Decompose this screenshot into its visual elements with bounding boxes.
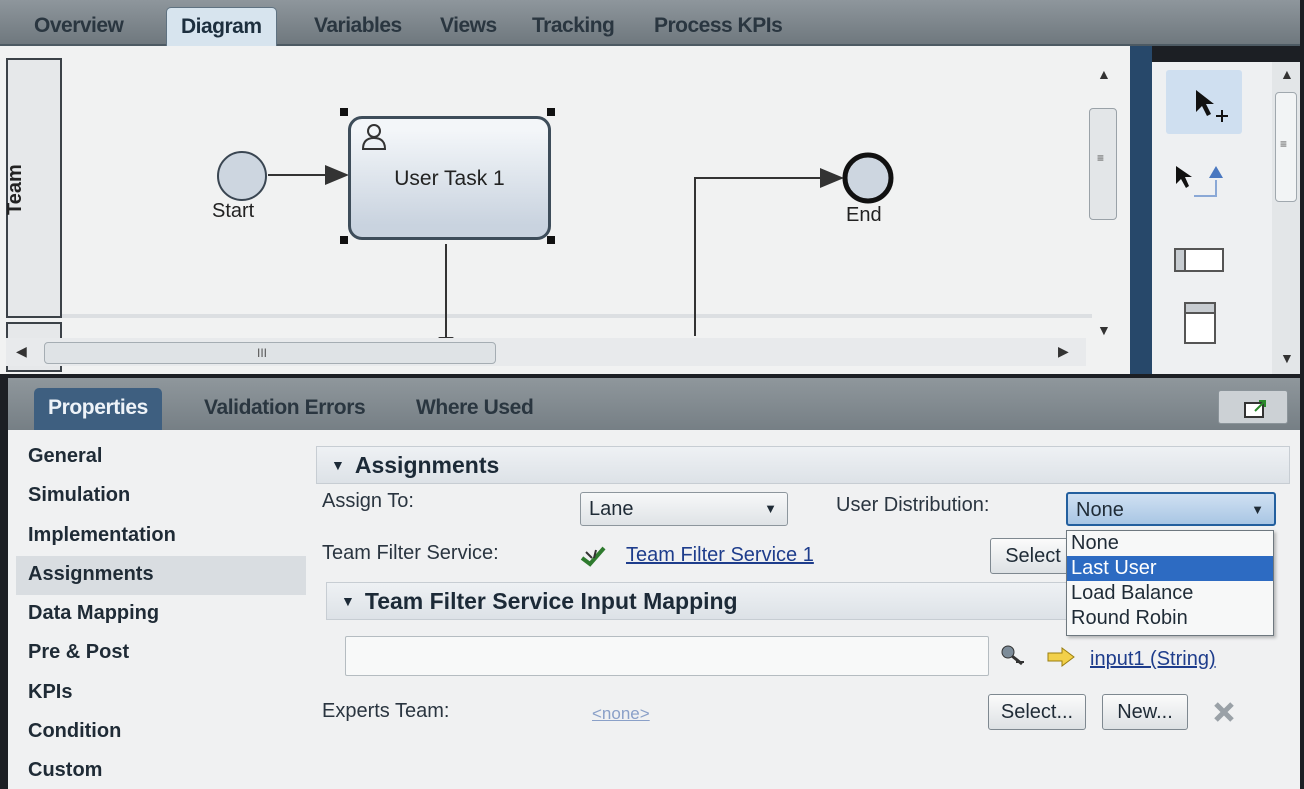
experts-team-label: Experts Team: xyxy=(322,700,450,722)
nav-pre-post[interactable]: Pre & Post xyxy=(16,634,306,673)
tab-validation-errors[interactable]: Validation Errors xyxy=(204,396,366,420)
scroll-down-icon[interactable]: ▼ xyxy=(1097,322,1111,338)
option-round-robin[interactable]: Round Robin xyxy=(1067,606,1273,631)
grip-icon: III xyxy=(257,346,268,360)
flow-connectors xyxy=(217,151,894,343)
input-mapping-field[interactable] xyxy=(345,636,989,676)
assign-to-select[interactable]: Lane ▼ xyxy=(580,492,788,526)
service-icon xyxy=(580,546,606,567)
palette-divider xyxy=(1130,46,1152,374)
assignments-title: Assignments xyxy=(354,452,500,478)
scroll-up-icon[interactable]: ▲ xyxy=(1097,66,1111,82)
properties-tab-bar: Properties Validation Errors Where Used xyxy=(8,378,1300,430)
nav-kpis[interactable]: KPIs xyxy=(16,674,306,713)
tab-views[interactable]: Views xyxy=(440,9,497,45)
user-icon xyxy=(361,124,387,150)
pointer-connect-icon xyxy=(1176,166,1223,197)
vertical-scroll-thumb[interactable]: ≡ xyxy=(1089,108,1117,220)
nav-custom[interactable]: Custom xyxy=(16,752,306,789)
selection-handle[interactable] xyxy=(547,108,555,116)
team-filter-service-link[interactable]: Team Filter Service 1 xyxy=(626,544,814,567)
selection-handle[interactable] xyxy=(547,236,555,244)
team-filter-select-button[interactable]: Select xyxy=(990,538,1076,574)
nav-condition[interactable]: Condition xyxy=(16,713,306,752)
tab-process-kpis[interactable]: Process KPIs xyxy=(654,9,783,45)
start-event-label: Start xyxy=(212,200,255,222)
input-mapping-title: Team Filter Service Input Mapping xyxy=(364,588,738,614)
palette-scroll-thumb[interactable]: ≡ xyxy=(1275,92,1297,202)
scroll-up-icon[interactable]: ▲ xyxy=(1280,66,1294,82)
nav-general[interactable]: General xyxy=(16,438,306,477)
select-tool[interactable] xyxy=(1166,70,1242,134)
lane-horizontal-icon xyxy=(1174,248,1224,272)
option-load-balance[interactable]: Load Balance xyxy=(1067,581,1273,606)
palette-scrollbar[interactable]: ▲ ≡ ▼ xyxy=(1272,62,1300,374)
pointer-move-icon xyxy=(1196,90,1228,122)
scroll-down-icon[interactable]: ▼ xyxy=(1280,350,1294,366)
tab-diagram[interactable]: Diagram xyxy=(166,7,277,47)
lane-horizontal-tool[interactable] xyxy=(1174,248,1226,274)
canvas-vertical-scrollbar[interactable]: ▲ ≡ ▼ xyxy=(1087,64,1119,346)
tab-overview[interactable]: Overview xyxy=(34,9,124,45)
tab-variables[interactable]: Variables xyxy=(314,9,402,45)
lane-vertical-icon xyxy=(1184,302,1216,344)
user-distribution-options: None Last User Load Balance Round Robin xyxy=(1066,530,1274,636)
experts-new-button[interactable]: New... xyxy=(1102,694,1188,730)
experts-team-value[interactable]: <none> xyxy=(592,704,650,724)
user-distribution-label: User Distribution: xyxy=(836,494,990,516)
option-last-user[interactable]: Last User xyxy=(1067,556,1273,581)
maximize-button[interactable] xyxy=(1218,390,1288,424)
scroll-left-icon[interactable]: ◀ xyxy=(16,343,27,360)
chevron-down-icon: ▼ xyxy=(1251,502,1264,517)
user-distribution-select[interactable]: None ▼ xyxy=(1066,492,1276,526)
assign-to-label: Assign To: xyxy=(322,490,414,512)
tab-properties[interactable]: Properties xyxy=(34,388,162,430)
arrow-right-icon xyxy=(1047,647,1075,667)
input1-link[interactable]: input1 (String) xyxy=(1090,648,1216,671)
chevron-down-icon: ▼ xyxy=(764,501,777,516)
start-event xyxy=(217,151,267,201)
user-task-label: User Task 1 xyxy=(394,167,505,190)
nav-simulation[interactable]: Simulation xyxy=(16,477,306,516)
assign-to-value: Lane xyxy=(589,498,634,520)
properties-nav: General Simulation Implementation Assign… xyxy=(16,438,306,789)
sequence-flow-to-end xyxy=(694,168,844,336)
user-distribution-value: None xyxy=(1076,499,1124,521)
tool-palette xyxy=(1152,62,1272,374)
collapse-caret-icon: ▼ xyxy=(341,592,355,609)
lane-vertical-tool[interactable] xyxy=(1184,302,1218,346)
variable-picker-icon[interactable] xyxy=(998,642,1028,670)
grip-icon: ≡ xyxy=(1097,151,1105,165)
nav-implementation[interactable]: Implementation xyxy=(16,517,306,556)
nav-assignments[interactable]: Assignments xyxy=(16,555,306,596)
scroll-right-icon[interactable]: ▶ xyxy=(1058,343,1069,360)
delete-icon[interactable] xyxy=(1212,700,1238,724)
end-event-label: End xyxy=(846,204,882,226)
editor-tab-bar: Overview Diagram Variables Views Trackin… xyxy=(0,0,1300,47)
input-mapping-section-header[interactable]: ▼ Team Filter Service Input Mapping xyxy=(326,582,1068,620)
assignments-section-header[interactable]: ▼ Assignments xyxy=(316,446,1290,484)
end-event xyxy=(842,152,894,204)
team-filter-service-label: Team Filter Service: xyxy=(322,542,499,564)
canvas-horizontal-scrollbar[interactable]: ◀ III ▶ xyxy=(6,338,1086,366)
connect-tool[interactable] xyxy=(1166,148,1242,208)
horizontal-scroll-thumb[interactable]: III xyxy=(44,342,496,364)
tab-where-used[interactable]: Where Used xyxy=(416,396,534,420)
diagram-canvas[interactable]: Team Start End User Task 1 ▲ ≡ ▼ ◀ III ▶ xyxy=(0,46,1130,374)
selection-handle[interactable] xyxy=(340,108,348,116)
collapse-caret-icon: ▼ xyxy=(331,456,345,473)
maximize-icon xyxy=(1244,400,1266,418)
tab-tracking[interactable]: Tracking xyxy=(532,9,615,45)
grip-icon: ≡ xyxy=(1280,137,1288,151)
user-task[interactable]: User Task 1 xyxy=(348,116,551,240)
experts-select-button[interactable]: Select... xyxy=(988,694,1086,730)
selection-handle[interactable] xyxy=(340,236,348,244)
option-none[interactable]: None xyxy=(1067,531,1273,556)
nav-data-mapping[interactable]: Data Mapping xyxy=(16,595,306,634)
